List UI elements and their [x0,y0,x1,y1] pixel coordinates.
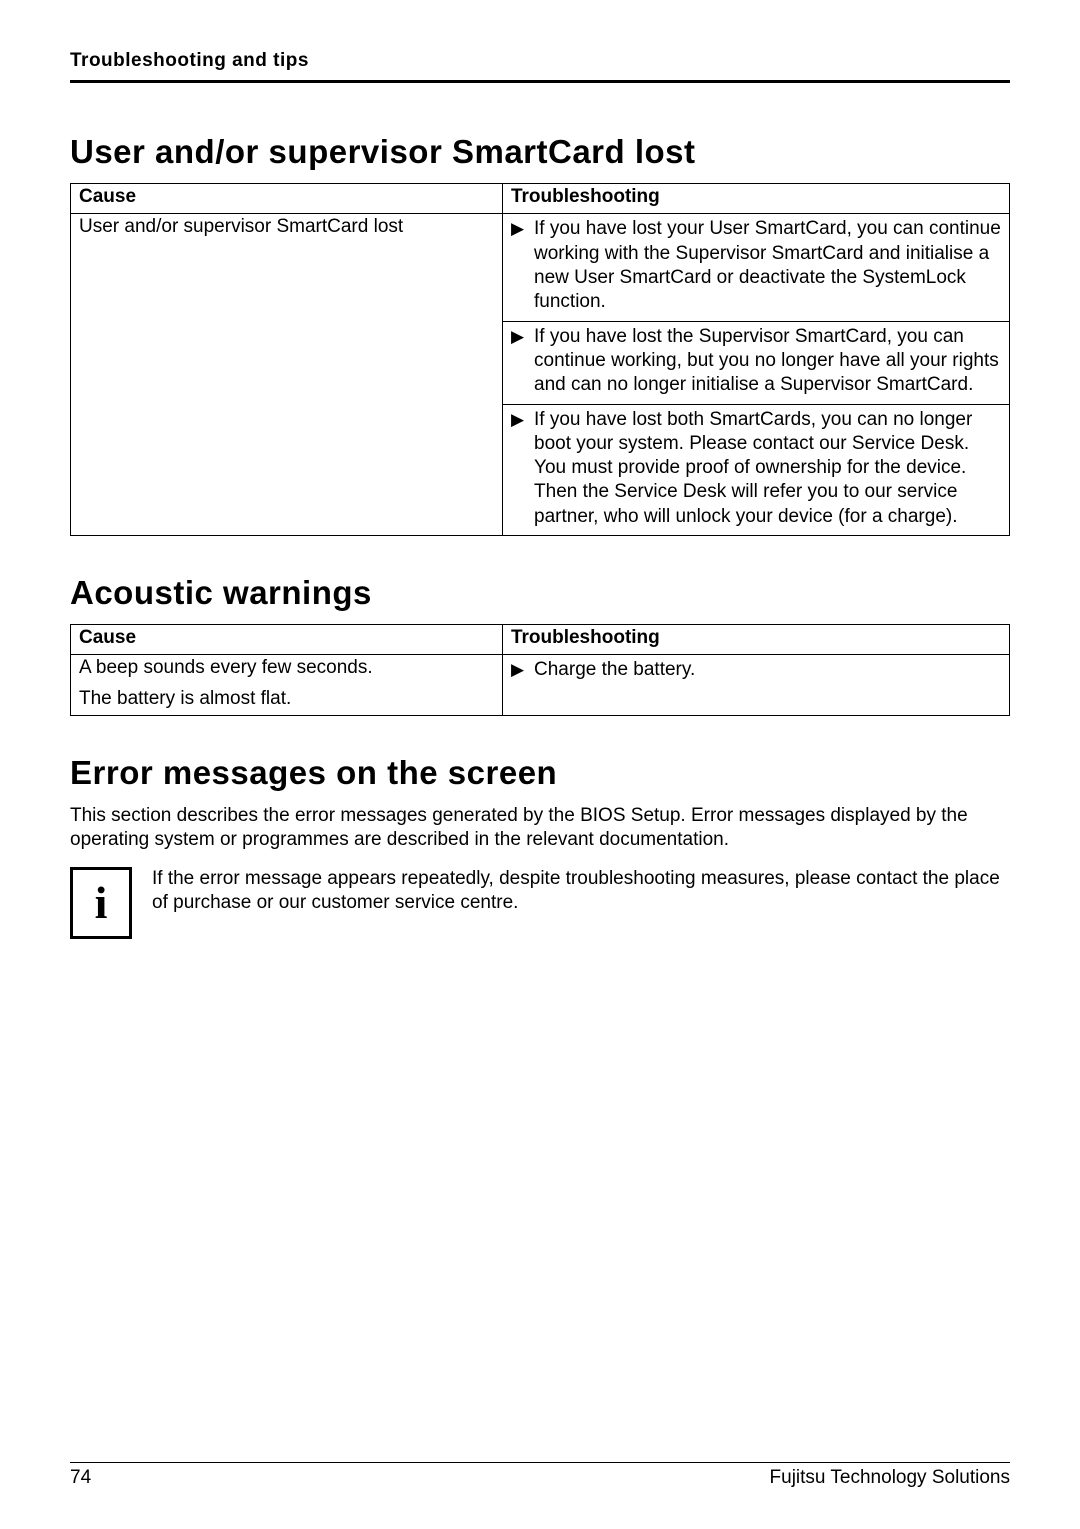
th-troubleshooting: Troubleshooting [502,184,1009,214]
step-row: ▶ If you have lost both SmartCards, you … [511,406,1001,532]
cell-cause: User and/or supervisor SmartCard lost [71,214,503,536]
section-heading-acoustic: Acoustic warnings [70,574,1010,612]
table-acoustic: Cause Troubleshooting A beep sounds ever… [70,624,1010,716]
note-text: If the error message appears repeatedly,… [152,867,1010,916]
section-heading-errors: Error messages on the screen [70,754,1010,792]
note-block: i If the error message appears repeatedl… [70,867,1010,939]
th-cause: Cause [71,184,503,214]
page-number: 74 [70,1467,91,1489]
running-header: Troubleshooting and tips [70,50,1010,80]
footer-company: Fujitsu Technology Solutions [770,1467,1010,1489]
arrow-icon: ▶ [511,408,524,530]
footer-rule [70,1462,1010,1463]
info-icon: i [70,867,132,939]
step-text: Charge the battery. [534,658,1001,682]
step-text: If you have lost your User SmartCard, yo… [534,217,1001,314]
step-row: ▶ Charge the battery. [511,656,1001,684]
arrow-icon: ▶ [511,217,524,314]
header-rule [70,80,1010,83]
page-footer: 74 Fujitsu Technology Solutions [70,1462,1010,1489]
arrow-icon: ▶ [511,325,524,398]
cell-cause: A beep sounds every few seconds. The bat… [71,655,503,716]
th-cause: Cause [71,625,503,655]
section-heading-smartcard: User and/or supervisor SmartCard lost [70,133,1010,171]
step-row: ▶ If you have lost your User SmartCard, … [511,215,1001,316]
th-troubleshooting: Troubleshooting [502,625,1009,655]
cause-line: A beep sounds every few seconds. [79,656,494,680]
cell-troubleshooting: ▶ If you have lost your User SmartCard, … [502,214,1009,536]
cell-troubleshooting: ▶ Charge the battery. [502,655,1009,716]
step-text: If you have lost the Supervisor SmartCar… [534,325,1001,398]
cause-line: The battery is almost flat. [79,687,494,711]
intro-paragraph: This section describes the error message… [70,804,1010,853]
arrow-icon: ▶ [511,658,524,682]
step-row: ▶ If you have lost the Supervisor SmartC… [511,323,1001,400]
info-glyph: i [95,876,108,929]
table-smartcard: Cause Troubleshooting User and/or superv… [70,183,1010,536]
step-text: If you have lost both SmartCards, you ca… [534,408,1001,530]
